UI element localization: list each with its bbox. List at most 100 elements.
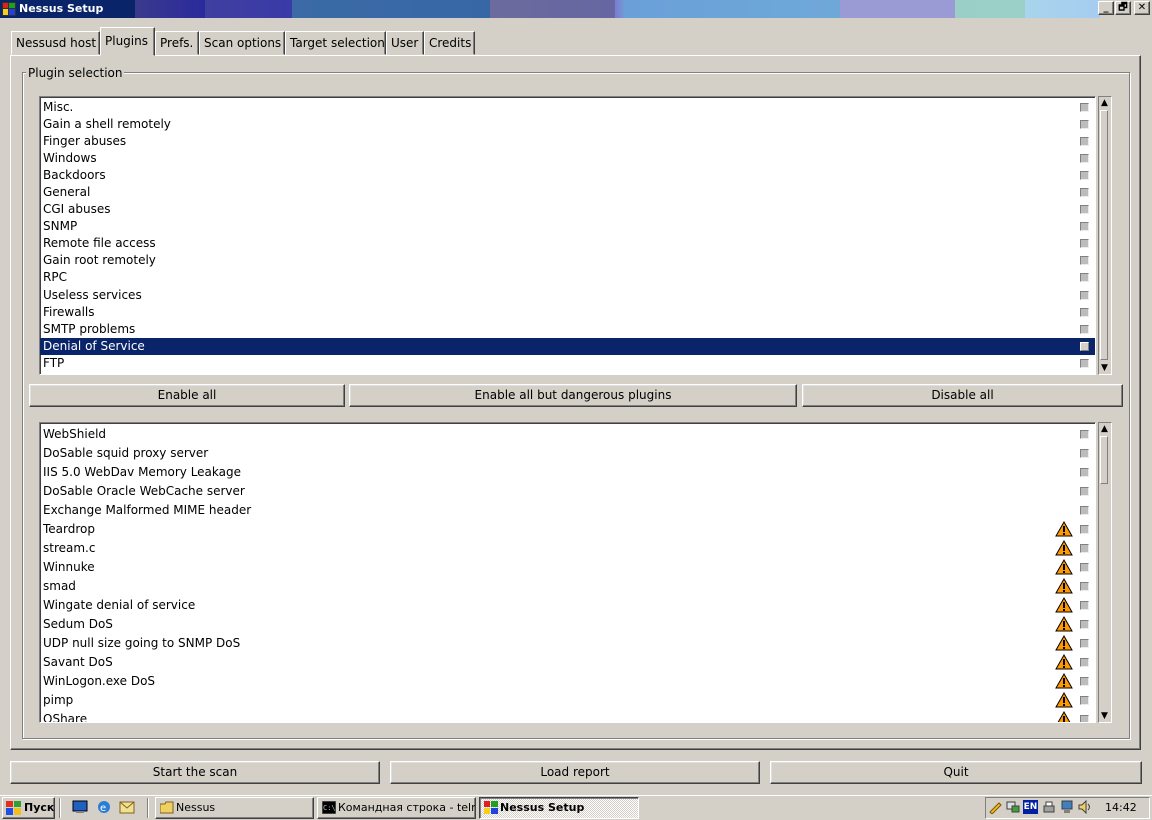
family-checkbox[interactable] [1080,137,1089,147]
plugin-checkbox[interactable] [1080,506,1089,515]
plugin-item[interactable]: DoSable squid proxy server [40,444,1095,463]
plugin-checkbox[interactable] [1080,677,1089,686]
plugin-checkbox[interactable] [1080,696,1089,705]
scroll-thumb[interactable] [1100,110,1108,360]
family-checkbox[interactable] [1080,154,1089,164]
family-item[interactable]: SMTP problems [40,321,1095,338]
computer-tray-icon[interactable] [1060,800,1074,814]
plugin-checkbox[interactable] [1080,715,1089,722]
plugin-item[interactable]: IIS 5.0 WebDav Memory Leakage [40,463,1095,482]
start-scan-button[interactable]: Start the scan [10,761,380,784]
tab-user[interactable]: User [386,31,424,55]
family-checkbox[interactable] [1080,188,1089,198]
disable-all-button[interactable]: Disable all [802,384,1123,407]
plugin-item[interactable]: Teardrop [40,520,1095,539]
plugin-checkbox[interactable] [1080,582,1089,591]
restore-button[interactable]: 🗗 [1115,1,1131,15]
start-button[interactable]: Пуск [2,797,55,819]
enable-safe-plugins-button[interactable]: Enable all but dangerous plugins [349,384,797,407]
plugin-item[interactable]: Exchange Malformed MIME header [40,501,1095,520]
plugin-checkbox[interactable] [1080,601,1089,610]
plugin-list-scrollbar[interactable]: ▲ ▼ [1098,422,1112,723]
family-checkbox[interactable] [1080,205,1089,215]
plugin-item[interactable]: UDP null size going to SNMP DoS [40,634,1095,653]
enable-all-button[interactable]: Enable all [29,384,345,407]
plugin-item[interactable]: WebShield [40,425,1095,444]
taskbar-item-nessus-setup[interactable]: Nessus Setup [479,797,639,819]
scroll-down-icon[interactable]: ▼ [1100,710,1109,722]
plugin-item[interactable]: Wingate denial of service [40,596,1095,615]
family-checkbox[interactable] [1080,341,1089,351]
plugin-item[interactable]: DoSable Oracle WebCache server [40,482,1095,501]
plugin-item[interactable]: Savant DoS [40,653,1095,672]
taskbar-item-nessus-folder[interactable]: Nessus [155,797,314,819]
family-item[interactable]: Gain a shell remotely [40,116,1095,133]
family-checkbox[interactable] [1080,103,1089,112]
family-item[interactable]: General [40,184,1095,201]
family-checkbox[interactable] [1080,324,1089,334]
plugin-checkbox[interactable] [1080,468,1089,477]
outlook-express-icon[interactable] [119,800,135,814]
family-item[interactable]: RPC [40,269,1095,286]
family-checkbox[interactable] [1080,239,1089,249]
family-checkbox[interactable] [1080,120,1089,130]
plugin-checkbox[interactable] [1080,544,1089,553]
family-item[interactable]: Useless services [40,287,1095,304]
internet-explorer-icon[interactable]: e [96,800,112,814]
plugin-checkbox[interactable] [1080,639,1089,648]
family-checkbox[interactable] [1080,273,1089,283]
speaker-tray-icon[interactable] [1078,800,1092,814]
quit-button[interactable]: Quit [770,761,1142,784]
taskbar-item-command-prompt[interactable]: C:\ Командная строка - teln... [317,797,476,819]
family-item[interactable]: Misc. [40,99,1095,116]
plugin-checkbox[interactable] [1080,430,1089,439]
tab-target-selection[interactable]: Target selection [285,31,386,55]
scroll-up-icon[interactable]: ▲ [1100,423,1109,435]
family-item[interactable]: Windows [40,150,1095,167]
plugin-list[interactable]: WebShield DoSable squid proxy server IIS 5… [39,422,1096,723]
scroll-up-icon[interactable]: ▲ [1100,97,1109,109]
language-indicator[interactable]: EN [1023,800,1038,814]
plugin-item[interactable]: Sedum DoS [40,615,1095,634]
plugin-checkbox[interactable] [1080,449,1089,458]
family-checkbox[interactable] [1080,171,1089,181]
title-bar[interactable] [0,0,1152,18]
plugin-item[interactable]: smad [40,577,1095,596]
family-checkbox[interactable] [1080,290,1089,300]
printer-tray-icon[interactable] [1042,800,1056,814]
plugin-item[interactable]: pimp [40,691,1095,710]
close-button[interactable]: ✕ [1134,1,1150,15]
family-item[interactable]: Gain root remotely [40,252,1095,269]
network-tray-icon[interactable] [1006,800,1020,814]
plugin-checkbox[interactable] [1080,525,1089,534]
family-item[interactable]: FTP [40,355,1095,372]
show-desktop-icon[interactable] [72,800,88,814]
family-item[interactable]: Denial of Service [40,337,1095,355]
family-item[interactable]: Backdoors [40,167,1095,184]
family-item[interactable]: Finger abuses [40,133,1095,150]
scroll-thumb[interactable] [1100,436,1108,484]
family-checkbox[interactable] [1080,307,1089,317]
family-item[interactable]: Remote file access [40,235,1095,252]
plugin-checkbox[interactable] [1080,487,1089,496]
load-report-button[interactable]: Load report [390,761,760,784]
pencil-tray-icon[interactable] [989,800,1003,814]
tab-nessusd-host[interactable]: Nessusd host [11,31,100,55]
family-checkbox[interactable] [1080,222,1089,232]
plugin-item[interactable]: stream.c [40,539,1095,558]
tab-credits[interactable]: Credits [424,31,475,55]
family-checkbox[interactable] [1080,358,1089,368]
family-list-scrollbar[interactable]: ▲ ▼ [1098,96,1112,375]
plugin-checkbox[interactable] [1080,620,1089,629]
plugin-checkbox[interactable] [1080,658,1089,667]
scroll-down-icon[interactable]: ▼ [1100,362,1109,374]
plugin-item[interactable]: Winnuke [40,558,1095,577]
family-item[interactable]: Firewalls [40,304,1095,321]
plugin-item[interactable]: WinLogon.exe DoS [40,672,1095,691]
tab-scan-options[interactable]: Scan options [199,31,285,55]
family-item[interactable]: SNMP [40,218,1095,235]
plugin-family-list[interactable]: Misc. Gain a shell remotely Finger abuses W… [39,96,1096,375]
plugin-item[interactable]: OShare [40,710,1095,722]
tab-plugins[interactable]: Plugins [100,27,155,56]
tab-prefs[interactable]: Prefs. [155,31,199,55]
